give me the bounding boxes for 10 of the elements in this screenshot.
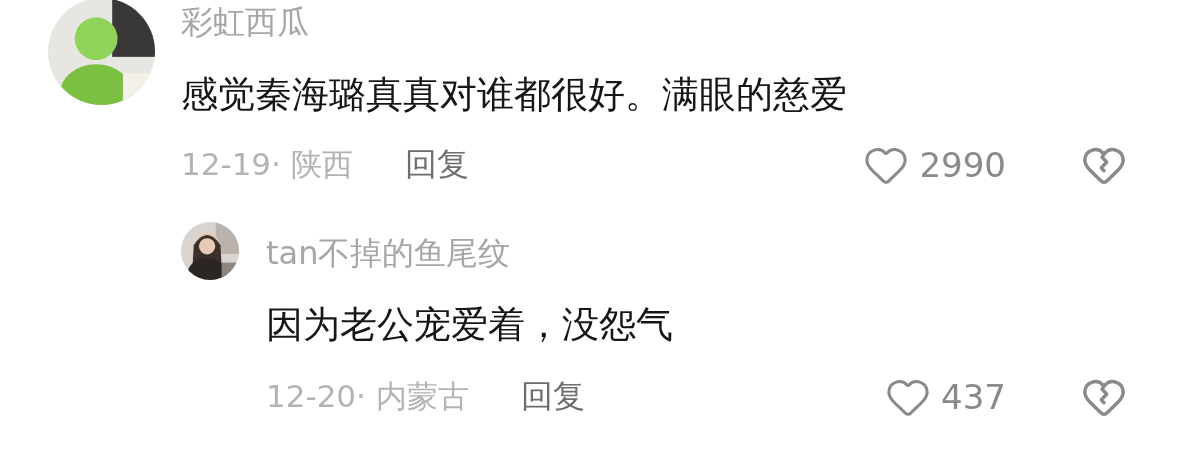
comment-text: 感觉秦海璐真真对谁都很好。满眼的慈爱 (181, 72, 848, 118)
username[interactable]: 彩虹西瓜 (181, 0, 1179, 44)
like-button[interactable]: 437 (885, 374, 1006, 420)
reply-button[interactable]: 回复 (520, 375, 585, 419)
comment-date-location: 12-20· 内蒙古 (266, 377, 469, 416)
comment-text: 因为老公宠爱着，没怨气 (266, 302, 674, 348)
reply-button[interactable]: 回复 (404, 143, 469, 187)
like-button[interactable]: 2990 (863, 142, 1006, 188)
username[interactable]: tan不掉的鱼尾纹 (266, 231, 1179, 275)
comment-date-location: 12-19· 陕西 (181, 145, 353, 184)
